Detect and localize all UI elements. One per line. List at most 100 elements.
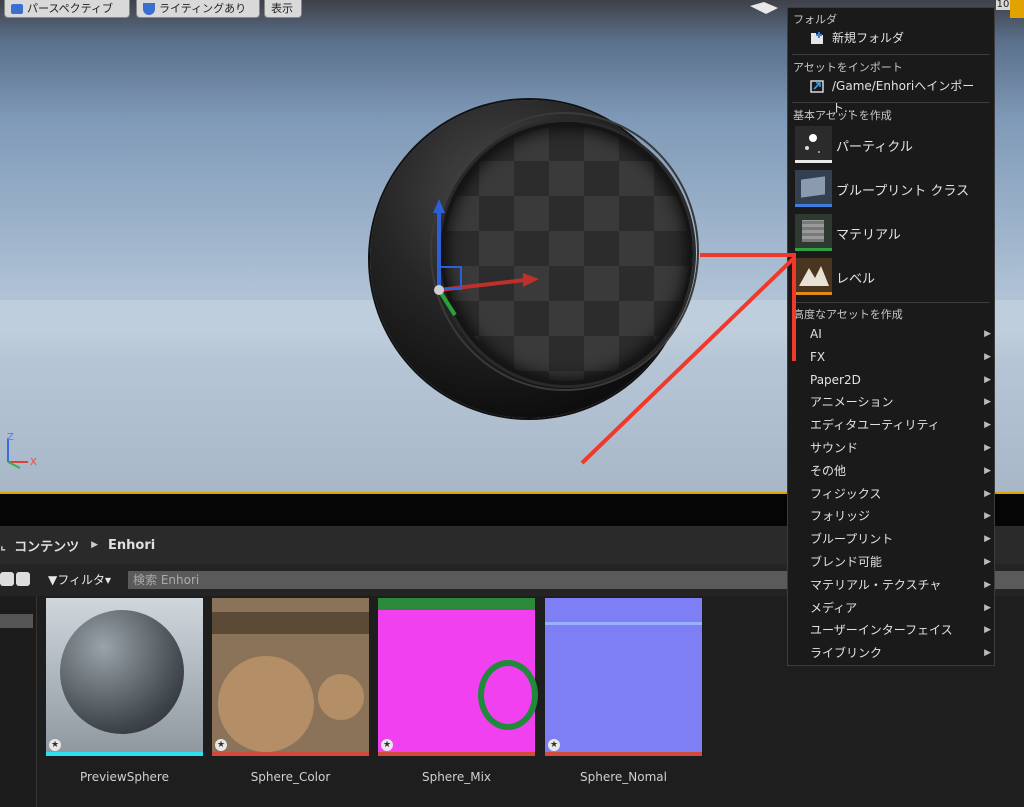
texture-top-band — [378, 598, 535, 610]
previewsphere-thumbnail — [60, 610, 184, 734]
favorite-star-icon[interactable]: ★ — [215, 739, 227, 751]
folder-tree-selected-item[interactable] — [0, 614, 33, 628]
menu-item-import[interactable]: /Game/Enhoriへインポート... — [788, 75, 994, 115]
menu-separator — [792, 102, 990, 103]
menu-item-new-folder[interactable]: 新規フォルダ — [788, 27, 994, 49]
asset-type-bar — [795, 292, 832, 295]
import-icon — [810, 80, 824, 93]
list-view-icon[interactable] — [16, 572, 30, 586]
menu-item-material[interactable]: マテリアル — [788, 212, 994, 254]
submenu-arrow-icon: ▶ — [984, 579, 991, 590]
breadcrumb-separator-icon: ▶ — [91, 540, 99, 550]
menu-item-advanced[interactable]: Paper2D ▶ — [788, 369, 994, 391]
new-folder-icon — [811, 32, 823, 44]
asset-tile-sphere-color[interactable]: ★ — [212, 598, 369, 756]
lighting-mode-button[interactable]: ライティングあり — [136, 0, 260, 18]
viewport-toolbar-right[interactable] — [744, 0, 788, 18]
menu-item-advanced[interactable]: ユーザーインターフェイス ▶ — [788, 619, 994, 641]
add-new-context-menu[interactable]: フォルダ 新規フォルダ アセットをインポート /Game/Enhoriへインポー… — [787, 7, 995, 666]
perspective-button[interactable]: パースペクティブ — [4, 0, 130, 18]
menu-item-advanced[interactable]: FX ▶ — [788, 346, 994, 368]
asset-type-bar — [795, 248, 832, 251]
camera-speed-value: 10 — [996, 0, 1010, 10]
favorite-star-icon[interactable]: ★ — [49, 739, 61, 751]
svg-text:Z: Z — [7, 432, 14, 443]
submenu-arrow-icon: ▶ — [984, 465, 991, 476]
menu-item-advanced[interactable]: アニメーション ▶ — [788, 391, 994, 413]
section-folder: フォルダ — [793, 13, 837, 26]
blueprint-class-icon — [795, 170, 832, 207]
asset-type-bar — [545, 752, 702, 756]
submenu-arrow-icon: ▶ — [984, 420, 991, 431]
asset-type-bar — [795, 204, 832, 207]
perspective-icon — [11, 3, 23, 14]
asset-label: Sphere_Nomal — [580, 770, 667, 784]
menu-item-advanced[interactable]: フォリッジ ▶ — [788, 505, 994, 527]
asset-tile-previewsphere[interactable]: ★ — [46, 598, 203, 756]
asset-label: PreviewSphere — [80, 770, 169, 784]
texture-circle-small — [318, 674, 364, 720]
svg-text:X: X — [30, 457, 37, 468]
menu-item-advanced[interactable]: ブループリント ▶ — [788, 528, 994, 550]
menu-item-advanced[interactable]: マテリアル・テクスチャ ▶ — [788, 574, 994, 596]
folder-tree-panel[interactable] — [0, 596, 37, 807]
favorite-star-icon[interactable]: ★ — [381, 739, 393, 751]
submenu-arrow-icon: ▶ — [984, 511, 991, 522]
annotation-line-diagonal — [580, 257, 795, 465]
breadcrumb-left-chevron: ⌞ — [0, 537, 7, 553]
menu-item-advanced[interactable]: その他 ▶ — [788, 460, 994, 482]
breadcrumb-content[interactable]: コンテンツ — [14, 536, 79, 555]
submenu-arrow-icon: ▶ — [984, 602, 991, 613]
section-advanced-assets: 高度なアセットを作成 — [793, 308, 903, 321]
filter-button[interactable]: ▼フィルタ▾ — [48, 571, 111, 589]
transform-gizmo-icon[interactable] — [425, 195, 545, 325]
particle-icon — [795, 126, 832, 163]
warning-icon[interactable] — [1010, 0, 1024, 18]
lighting-icon — [143, 2, 155, 15]
axis-indicator: Z X — [7, 432, 37, 469]
menu-item-blueprint-class[interactable]: ブループリント クラス — [788, 168, 994, 210]
camera-speed-icon — [750, 2, 778, 14]
menu-item-advanced[interactable]: エディタユーティリティ ▶ — [788, 414, 994, 436]
texture-circle-large — [218, 656, 314, 752]
submenu-arrow-icon: ▶ — [984, 625, 991, 636]
breadcrumb-enhori[interactable]: Enhori — [108, 538, 155, 553]
submenu-arrow-icon: ▶ — [984, 374, 991, 385]
asset-type-bar — [378, 752, 535, 756]
asset-label: Sphere_Mix — [421, 770, 492, 784]
submenu-arrow-icon: ▶ — [984, 534, 991, 545]
submenu-arrow-icon: ▶ — [984, 443, 991, 453]
menu-item-advanced[interactable]: メディア ▶ — [788, 597, 994, 619]
submenu-arrow-icon: ▶ — [984, 397, 991, 408]
favorite-star-icon[interactable]: ★ — [548, 739, 560, 751]
level-icon — [795, 258, 832, 295]
menu-item-advanced[interactable]: AI ▶ — [788, 323, 994, 345]
menu-item-advanced[interactable]: フィジックス ▶ — [788, 483, 994, 505]
texture-line — [545, 622, 702, 625]
menu-item-advanced[interactable]: ブレンド可能 ▶ — [788, 551, 994, 573]
submenu-arrow-icon: ▶ — [984, 351, 991, 362]
menu-item-advanced[interactable]: ライブリンク ▶ — [788, 642, 994, 664]
submenu-arrow-icon: ▶ — [984, 488, 991, 499]
asset-type-bar — [795, 160, 832, 163]
menu-item-advanced[interactable]: サウンド ▶ — [788, 437, 994, 459]
submenu-arrow-icon: ▶ — [984, 329, 991, 339]
material-icon — [795, 214, 832, 251]
texture-band — [212, 612, 369, 634]
menu-separator — [792, 302, 990, 303]
asset-tile-sphere-nomal[interactable]: ★ — [545, 598, 702, 756]
asset-type-bar — [46, 752, 203, 756]
menu-item-particle[interactable]: パーティクル — [788, 124, 994, 166]
asset-type-bar — [212, 752, 369, 756]
menu-item-level[interactable]: レベル — [788, 256, 994, 298]
asset-tile-sphere-mix[interactable]: ★ — [378, 598, 538, 756]
texture-ring — [478, 660, 538, 730]
section-import: アセットをインポート — [793, 61, 903, 74]
submenu-arrow-icon: ▶ — [984, 557, 991, 567]
section-basic-assets: 基本アセットを作成 — [793, 109, 892, 122]
menu-separator — [792, 54, 990, 55]
submenu-arrow-icon: ▶ — [984, 648, 991, 659]
show-button[interactable]: 表示 — [264, 0, 302, 18]
asset-label: Sphere_Color — [250, 770, 331, 784]
history-icon[interactable] — [0, 572, 14, 586]
